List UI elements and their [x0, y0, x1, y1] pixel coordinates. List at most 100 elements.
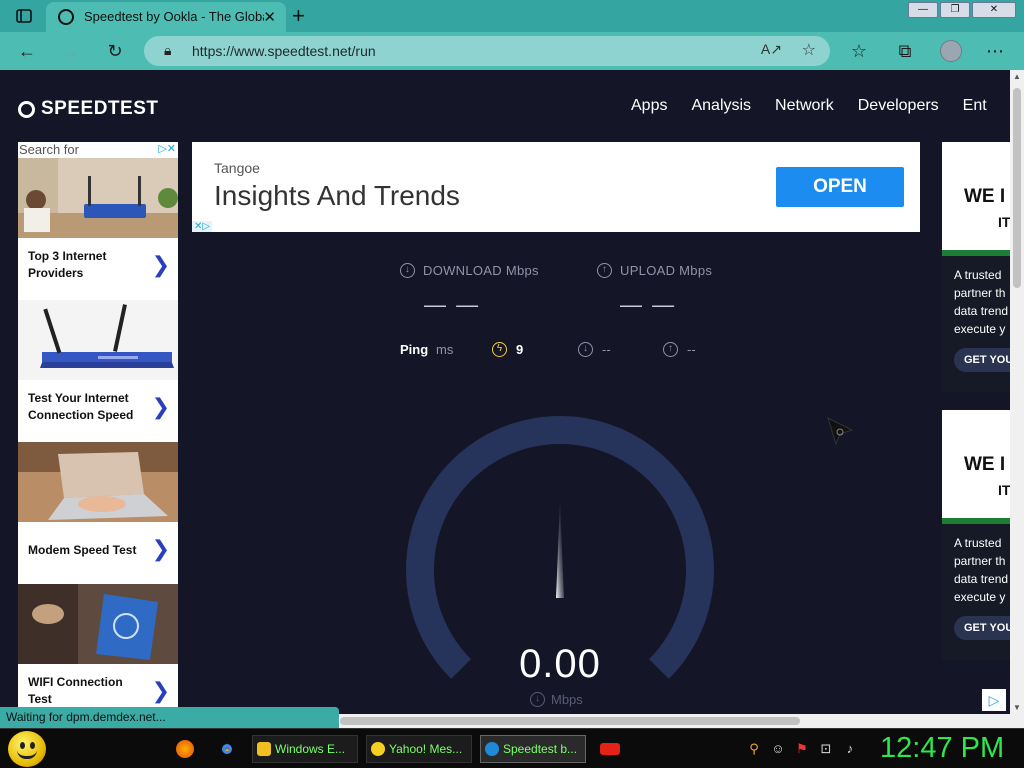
maximize-button[interactable]: ❐: [940, 2, 970, 18]
scroll-thumb[interactable]: [1013, 88, 1021, 288]
right-ad-dark-panel: A trusted partner th data trend execute …: [942, 524, 1010, 660]
tab-close-icon[interactable]: ✕: [263, 8, 276, 26]
minimize-button[interactable]: —: [908, 2, 938, 18]
taskbar-item-speedtest[interactable]: Speedtest b...: [480, 735, 586, 763]
speedtest-page: SPEEDTEST Apps Analysis Network Develope…: [0, 70, 1010, 730]
tab-actions-icon: [16, 9, 32, 23]
vertical-scrollbar[interactable]: ▲ ▼: [1010, 70, 1024, 714]
ad-image-laptop: [18, 442, 178, 522]
smiley-eye: [30, 742, 35, 749]
browser-toolbar: ← → ↻ 🔒︎ https://www.speedtest.net/run A…: [0, 32, 1024, 70]
speed-unit-icon: ↓: [530, 692, 545, 707]
taskbar-item-windows-explorer[interactable]: Windows E...: [252, 735, 358, 763]
security-flag-icon[interactable]: ⚑: [794, 741, 810, 757]
taskbar-item-yahoo-messenger[interactable]: Yahoo! Mes...: [366, 735, 472, 763]
ad-item-modem-speed[interactable]: Modem Speed Test ❯: [18, 442, 178, 583]
tab-speedtest[interactable]: Speedtest by Ookla - The Global ✕: [46, 2, 286, 32]
left-ad-column: Search for ▷✕ Top 3 Internet Providers ❯: [18, 142, 178, 712]
status-bar: Waiting for dpm.demdex.net...: [0, 707, 339, 728]
right-ad-text: A trusted partner th data trend execute …: [954, 266, 1008, 338]
back-arrow-icon[interactable]: ←: [16, 40, 38, 62]
ad-item-top-providers[interactable]: Top 3 Internet Providers ❯: [18, 158, 178, 299]
nav-analysis[interactable]: Analysis: [691, 97, 751, 115]
right-ad-headline: WE I: [964, 186, 1006, 207]
nav-apps[interactable]: Apps: [631, 97, 667, 115]
chevron-right-icon: ❯: [151, 678, 170, 703]
tab-title: Speedtest by Ookla - The Global: [84, 9, 264, 24]
speedtest-logo[interactable]: SPEEDTEST: [18, 98, 158, 120]
right-ad-line: partner th: [954, 554, 1006, 568]
gauge-needle: [556, 500, 564, 598]
task-label: Yahoo! Mes...: [389, 742, 463, 756]
volume-icon[interactable]: ♪: [842, 741, 858, 757]
top-banner-ad[interactable]: Tangoe Insights And Trends OPEN ✕▷: [192, 142, 920, 232]
main-nav: Apps Analysis Network Developers Ent: [631, 97, 987, 115]
forward-arrow-icon[interactable]: →: [60, 40, 82, 62]
right-ad-1[interactable]: WE I IT A trusted partner th data trend …: [942, 142, 1010, 392]
ad-search-for: Search for: [19, 142, 79, 157]
right-ad-button[interactable]: GET YOU: [954, 348, 1010, 372]
ad-item-test-speed[interactable]: Test Your Internet Connection Speed ❯: [18, 300, 178, 441]
ping-row: Ping ms ϟ 9 ↓ -- ↑ --: [400, 342, 720, 362]
speedtest-gauge-icon: [18, 100, 35, 118]
ad-open-button[interactable]: OPEN: [776, 167, 904, 207]
chevron-right-icon: ❯: [151, 394, 170, 419]
close-window-button[interactable]: ✕: [972, 2, 1016, 18]
upload-value: — —: [620, 292, 677, 317]
right-ad-button[interactable]: GET YOU: [954, 616, 1010, 640]
ad-item-wifi-test[interactable]: WIFI Connection Test ❯: [18, 584, 178, 725]
youtube-icon[interactable]: [600, 743, 620, 755]
address-bar[interactable]: 🔒︎ https://www.speedtest.net/run A↗ ☆: [144, 36, 830, 66]
ping-bolt-icon: ϟ: [492, 342, 507, 357]
adchoices-icon[interactable]: ✕▷: [192, 221, 213, 232]
adchoices-icon[interactable]: ▷: [982, 689, 1006, 711]
lock-icon[interactable]: 🔒︎: [164, 42, 171, 59]
ping-value: 9: [516, 342, 524, 357]
download-label-text: DOWNLOAD Mbps: [423, 263, 539, 278]
taskbar-clock[interactable]: 12:47 PM: [880, 732, 1004, 765]
refresh-icon[interactable]: ↻: [104, 40, 126, 62]
url-text[interactable]: https://www.speedtest.net/run: [192, 43, 376, 59]
adchoices-icon[interactable]: ▷✕: [158, 142, 176, 155]
read-aloud-icon[interactable]: A↗: [761, 41, 782, 58]
favorites-icon[interactable]: ☆: [848, 40, 870, 62]
network-icon[interactable]: ⊡: [818, 741, 834, 757]
collections-icon[interactable]: ⧉: [894, 40, 916, 62]
right-ad-dark-panel: A trusted partner th data trend execute …: [942, 256, 1010, 392]
chevron-right-icon: ❯: [151, 536, 170, 561]
upload-label-text: UPLOAD Mbps: [620, 263, 713, 278]
download-arrow-icon: ↓: [400, 263, 415, 278]
ad-image-router: [18, 300, 178, 380]
chrome-icon[interactable]: [218, 740, 236, 758]
scroll-down-icon[interactable]: ▼: [1013, 703, 1021, 712]
ping-label: Ping: [400, 342, 429, 357]
smiley-eye: [20, 742, 25, 749]
speedtest-favicon-icon: [58, 9, 74, 25]
nav-network[interactable]: Network: [775, 97, 834, 115]
right-ad-line: execute y: [954, 590, 1006, 604]
download-value: — —: [424, 292, 481, 317]
scroll-thumb[interactable]: [340, 717, 800, 725]
firefox-icon[interactable]: [176, 740, 194, 758]
profile-avatar[interactable]: [940, 40, 962, 62]
search-icon[interactable]: ⚲: [746, 741, 762, 757]
taskbar: Windows E... Yahoo! Mes... Speedtest b..…: [0, 728, 1024, 768]
right-ad-2[interactable]: WE I IT A trusted partner th data trend …: [942, 410, 1010, 660]
add-favorite-icon[interactable]: ☆: [802, 40, 816, 60]
nav-enterprise[interactable]: Ent: [963, 97, 987, 115]
mouse-cursor-icon: [827, 417, 854, 446]
scroll-up-icon[interactable]: ▲: [1013, 72, 1021, 81]
right-ad-line: execute y: [954, 322, 1006, 336]
right-ad-line: A trusted: [954, 536, 1002, 550]
ad-headline[interactable]: Insights And Trends: [214, 180, 460, 212]
right-ad-line: data trend: [954, 572, 1009, 586]
jitter-down-value: --: [602, 342, 611, 357]
start-button-smiley-icon[interactable]: [8, 731, 46, 767]
new-tab-button[interactable]: +: [292, 3, 305, 29]
nav-developers[interactable]: Developers: [858, 97, 939, 115]
more-menu-icon[interactable]: ⋯: [984, 40, 1006, 62]
messenger-tray-icon[interactable]: ☺: [770, 741, 786, 757]
speed-unit-text: Mbps: [551, 692, 583, 707]
ad-item-label: Test Your Internet Connection Speed: [28, 391, 134, 422]
tab-actions-button[interactable]: [8, 4, 40, 28]
